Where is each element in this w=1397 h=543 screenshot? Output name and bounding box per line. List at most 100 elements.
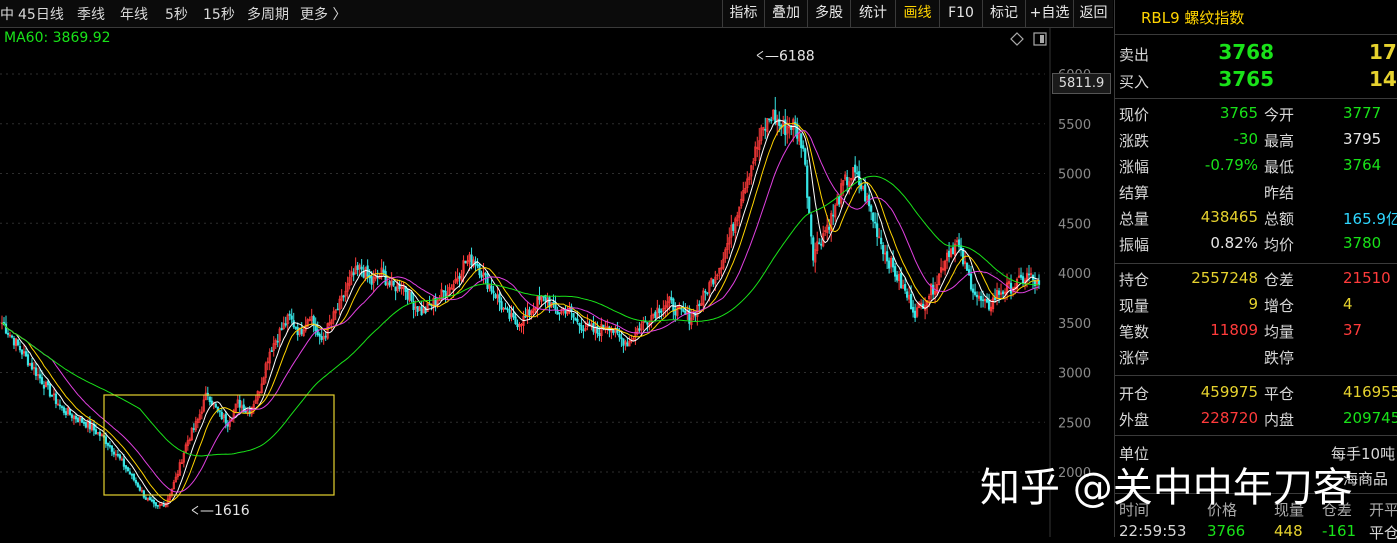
stat-label: 总额 xyxy=(1264,210,1295,228)
period-button-middle[interactable]: 中 xyxy=(0,4,14,24)
candle xyxy=(596,325,599,334)
candle xyxy=(846,176,849,186)
candle xyxy=(904,284,907,291)
stat-label: 平仓 xyxy=(1264,385,1295,403)
ma60-line xyxy=(1,175,1040,457)
period-button-45day[interactable]: 45日线 xyxy=(18,4,64,24)
candle xyxy=(894,266,897,277)
candle xyxy=(670,297,673,301)
candle xyxy=(888,260,891,269)
candle xyxy=(270,350,273,352)
stat-value: 165.9亿 xyxy=(1343,210,1397,228)
candle xyxy=(971,288,975,293)
stat-label: 涨跌 xyxy=(1119,132,1150,150)
candle xyxy=(458,275,461,279)
candle xyxy=(912,307,915,313)
candle xyxy=(872,212,875,222)
tool-mark-button[interactable]: 标记 xyxy=(982,0,1025,27)
sell-label: 卖出 xyxy=(1119,46,1150,64)
stat-value: 438465 xyxy=(1200,208,1258,226)
tool-back-button[interactable]: 返回 xyxy=(1073,0,1113,27)
candle xyxy=(360,266,363,270)
candle xyxy=(388,281,391,285)
candle xyxy=(144,497,147,500)
candle xyxy=(882,244,885,255)
candle xyxy=(24,351,28,357)
stat-label: 总量 xyxy=(1119,210,1150,228)
candle xyxy=(512,312,515,318)
candle xyxy=(768,118,771,121)
buy-price: 3765 xyxy=(1218,67,1274,91)
tool-indicator-button[interactable]: 指标 xyxy=(722,0,764,27)
candle xyxy=(914,310,917,318)
candle xyxy=(506,308,509,311)
candle xyxy=(654,311,657,318)
candle xyxy=(892,257,895,268)
tick-price: 3766 xyxy=(1207,522,1246,540)
candle xyxy=(324,335,327,338)
chart-control-icons[interactable] xyxy=(1008,31,1050,47)
y-tick-label: 3000 xyxy=(1058,367,1091,382)
candle xyxy=(294,326,297,329)
candle xyxy=(484,273,487,275)
kline-chart[interactable]: —6188—1616 60005500500045004000350030002… xyxy=(0,28,1113,537)
candle xyxy=(124,465,127,469)
candle xyxy=(110,445,113,452)
candle xyxy=(130,473,133,476)
candlestick-series xyxy=(0,96,1041,509)
tool-draw-button[interactable]: 画线 xyxy=(895,0,939,27)
tool-multistock-button[interactable]: 多股 xyxy=(807,0,850,27)
stat-value: 209745 xyxy=(1343,409,1397,427)
period-button-15s[interactable]: 15秒 xyxy=(203,4,235,24)
candle xyxy=(480,274,483,278)
tool-f10-button[interactable]: F10 xyxy=(939,0,982,27)
candle xyxy=(987,300,991,310)
candle xyxy=(154,502,157,506)
candle xyxy=(981,299,985,302)
candle xyxy=(864,184,867,202)
candle xyxy=(84,422,88,428)
candle xyxy=(682,309,685,312)
candle xyxy=(896,274,899,281)
candle xyxy=(975,294,979,298)
candle xyxy=(478,264,481,276)
candle xyxy=(979,296,983,301)
candle xyxy=(552,301,555,304)
stat-label: 笔数 xyxy=(1119,323,1150,341)
candle xyxy=(973,291,977,295)
candle xyxy=(818,242,821,245)
stat-value: 416955 xyxy=(1343,383,1397,401)
candle xyxy=(660,310,663,313)
stat-value: 3795 xyxy=(1343,130,1382,148)
candle xyxy=(68,409,72,415)
stat-label: 最低 xyxy=(1264,158,1295,176)
candle xyxy=(622,338,625,346)
candle xyxy=(126,467,129,472)
candle xyxy=(494,294,497,299)
candle xyxy=(82,421,86,424)
candle xyxy=(152,499,155,504)
candle xyxy=(1001,291,1005,295)
period-button-5s[interactable]: 5秒 xyxy=(165,4,188,24)
candle xyxy=(104,436,107,444)
candle xyxy=(336,308,339,311)
candle xyxy=(500,301,503,310)
period-button-more[interactable]: 更多 〉 xyxy=(300,4,346,24)
candle xyxy=(80,418,84,423)
candle xyxy=(108,445,111,447)
period-button-multi[interactable]: 多周期 xyxy=(247,4,289,24)
tool-overlay-button[interactable]: 叠加 xyxy=(764,0,807,27)
stat-label: 现价 xyxy=(1119,106,1150,124)
candle xyxy=(18,345,22,351)
candle xyxy=(20,349,24,355)
y-tick-label: 5000 xyxy=(1058,168,1091,183)
candle xyxy=(138,486,141,491)
period-button-quarter[interactable]: 季线 xyxy=(77,4,105,24)
candle xyxy=(828,226,831,230)
period-button-year[interactable]: 年线 xyxy=(120,4,148,24)
candle xyxy=(220,411,223,420)
annotation-label: —1616 xyxy=(200,503,250,519)
tool-stats-button[interactable]: 统计 xyxy=(850,0,895,27)
candle xyxy=(672,298,675,312)
tool-watchlist-button[interactable]: +自选 xyxy=(1025,0,1073,27)
